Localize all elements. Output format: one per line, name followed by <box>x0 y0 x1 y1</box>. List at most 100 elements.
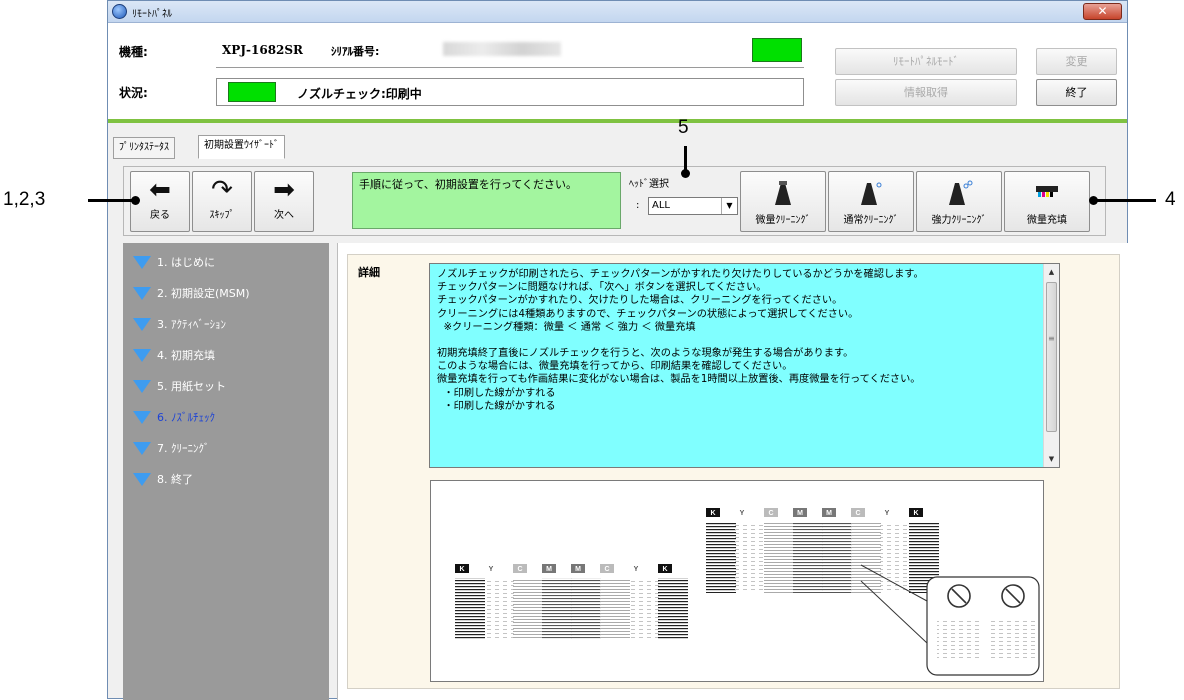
exit-button[interactable]: 終了 <box>1036 79 1117 106</box>
serial-label: ｼﾘｱﾙ番号: <box>331 45 380 58</box>
pattern-block <box>822 523 852 593</box>
cleaning-head-sparkle-icon <box>861 182 882 205</box>
pattern-color-label: C <box>604 566 609 573</box>
detail-line: ノズルチェックが印刷されたら、チェックパターンがかすれたり欠けたりしているかどう… <box>437 269 924 280</box>
change-button[interactable]: 変更 <box>1036 48 1117 75</box>
arrow-right-icon: ➡ <box>273 175 295 205</box>
scroll-up-icon[interactable]: ▲ <box>1044 264 1059 280</box>
pattern-color-label: C <box>768 510 773 517</box>
step-label: 6. ﾉｽﾞﾙﾁｪｯｸ <box>157 411 215 424</box>
instruction-message: 手順に従って、初期設置を行ってください。 <box>352 172 621 229</box>
step-item[interactable]: 5. 用紙セット <box>133 378 226 394</box>
pattern-color-label: Y <box>740 510 745 517</box>
pattern-color-label: K <box>710 510 715 517</box>
triangle-down-icon <box>133 349 151 362</box>
strong-cleaning-label: 強力ｸﾘｰﾆﾝｸﾞ <box>931 215 987 226</box>
nozzle-check-pattern-illustration: K Y C M M C Y K K Y C M M C Y K <box>430 480 1044 682</box>
micro-fill-label: 微量充填 <box>1027 215 1067 226</box>
close-button[interactable]: ✕ <box>1083 3 1122 20</box>
next-button[interactable]: ➡ 次へ <box>254 171 314 232</box>
pattern-block <box>571 578 601 640</box>
chevron-down-icon: ▼ <box>721 198 737 214</box>
step-item[interactable]: 4. 初期充填 <box>133 347 215 363</box>
title-bar: ﾘﾓｰﾄﾊﾟﾈﾙ ✕ <box>108 1 1127 23</box>
status-text: ノズルチェック:印刷中 <box>297 87 422 101</box>
pattern-color-label: M <box>575 566 581 573</box>
pattern-color-label: C <box>855 510 860 517</box>
detail-label: 詳細 <box>358 266 380 279</box>
head-select-dropdown[interactable]: ALL ▼ <box>648 197 738 215</box>
pattern-block <box>484 578 514 640</box>
detail-text-box[interactable]: ノズルチェックが印刷されたら、チェックパターンがかすれたり欠けたりしているかどう… <box>429 263 1060 468</box>
strong-cleaning-button[interactable]: 強力ｸﾘｰﾆﾝｸﾞ <box>916 171 1002 232</box>
head-select-label: ﾍｯﾄﾞ選択 <box>629 179 669 190</box>
window-title: ﾘﾓｰﾄﾊﾟﾈﾙ <box>132 9 172 20</box>
triangle-down-icon <box>133 287 151 300</box>
model-label: 機種: <box>119 45 148 59</box>
remote-panel-mode-button[interactable]: ﾘﾓｰﾄﾊﾟﾈﾙﾓｰﾄﾞ <box>835 48 1017 75</box>
callout-dot-top <box>681 169 690 178</box>
micro-cleaning-button[interactable]: 微量ｸﾘｰﾆﾝｸﾞ <box>740 171 826 232</box>
scroll-down-icon[interactable]: ▼ <box>1044 451 1059 467</box>
pattern-color-label: C <box>517 566 522 573</box>
detail-line: クリーニングには4種類ありますので、チェックパターンの状態によって選択してくださ… <box>437 308 859 320</box>
triangle-down-icon <box>133 473 151 486</box>
wizard-content: 詳細 ノズルチェックが印刷されたら、チェックパターンがかすれたり欠けたりしている… <box>337 243 1129 700</box>
triangle-down-icon <box>133 318 151 331</box>
skip-label: ｽｷｯﾌﾟ <box>209 210 235 221</box>
micro-cleaning-label: 微量ｸﾘｰﾆﾝｸﾞ <box>755 215 811 226</box>
step-label: 7. ｸﾘｰﾆﾝｸﾞ <box>157 442 210 455</box>
skip-button[interactable]: ↷ ｽｷｯﾌﾟ <box>192 171 252 232</box>
step-label: 4. 初期充填 <box>157 349 215 362</box>
pattern-block <box>658 578 688 640</box>
pattern-color-label: M <box>826 510 832 517</box>
remote-panel-window: ﾘﾓｰﾄﾊﾟﾈﾙ ✕ 機種: XPJ-1682SR ｼﾘｱﾙ番号: 状況: ノズ… <box>107 0 1129 700</box>
detail-line: 初期充填終了直後にノズルチェックを行うと、次のような現象が発生する場合があります… <box>437 348 854 360</box>
step-label: 1. はじめに <box>157 256 215 269</box>
pattern-color-label: M <box>546 566 552 573</box>
micro-fill-button[interactable]: 微量充填 <box>1004 171 1090 232</box>
step-item[interactable]: 2. 初期設定(MSM) <box>133 285 250 301</box>
triangle-down-icon <box>133 256 151 269</box>
step-item-current[interactable]: 6. ﾉｽﾞﾙﾁｪｯｸ <box>133 409 215 425</box>
head-select-value: ALL <box>652 200 670 211</box>
app-logo-icon <box>112 4 127 19</box>
step-label: 8. 終了 <box>157 473 193 486</box>
pattern-block <box>793 523 823 593</box>
normal-cleaning-button[interactable]: 通常ｸﾘｰﾆﾝｸﾞ <box>828 171 914 232</box>
step-item[interactable]: 7. ｸﾘｰﾆﾝｸﾞ <box>133 440 210 456</box>
nozzle-pattern-graphic: K Y C M M C Y K K Y C M M C Y K <box>455 508 1040 676</box>
pattern-color-label: K <box>662 566 667 573</box>
pattern-row-lower: KYCMMCYK <box>455 564 688 640</box>
detail-panel: 詳細 ノズルチェックが印刷されたら、チェックパターンがかすれたり欠けたりしている… <box>347 254 1120 689</box>
pattern-color-label: M <box>797 510 803 517</box>
get-info-button[interactable]: 情報取得 <box>835 79 1017 106</box>
pattern-color-label: K <box>913 510 918 517</box>
wizard-steps-sidebar: 1. はじめに 2. 初期設定(MSM) 3. ｱｸﾃｨﾍﾞｰｼｮﾝ 4. 初期… <box>123 243 329 700</box>
redo-arrow-icon: ↷ <box>211 175 233 205</box>
detail-line <box>437 334 1037 347</box>
head-select-colon: : <box>636 200 640 211</box>
step-item[interactable]: 1. はじめに <box>133 254 215 270</box>
pattern-block <box>629 578 659 640</box>
divider <box>216 67 804 68</box>
detail-line: ・印刷した線がかすれる <box>437 400 556 412</box>
step-item[interactable]: 3. ｱｸﾃｨﾍﾞｰｼｮﾝ <box>133 316 226 332</box>
step-item[interactable]: 8. 終了 <box>133 471 193 487</box>
step-label: 5. 用紙セット <box>157 380 226 393</box>
callout-line-left <box>88 199 135 202</box>
back-label: 戻る <box>150 210 170 221</box>
triangle-down-icon <box>133 442 151 455</box>
tab-printer-status[interactable]: ﾌﾟﾘﾝﾀｽﾃｰﾀｽ <box>113 137 175 159</box>
detail-scrollbar[interactable]: ▲ ≡ ▼ <box>1043 264 1059 467</box>
status-box: ノズルチェック:印刷中 <box>216 78 804 106</box>
callout-label-left: 1,2,3 <box>3 189 46 210</box>
scroll-thumb[interactable] <box>1046 282 1057 432</box>
callout-dot-right <box>1089 196 1098 205</box>
pattern-block <box>851 523 881 593</box>
pattern-block <box>600 578 630 640</box>
tab-setup-wizard[interactable]: 初期設置ｳｲｻﾞｰﾄﾞ <box>198 135 285 159</box>
status-indicator <box>228 82 276 102</box>
pattern-color-label: Y <box>634 566 639 573</box>
detail-line: チェックパターンに問題なければ、「次へ」ボタンを選択してください。 <box>437 282 767 294</box>
